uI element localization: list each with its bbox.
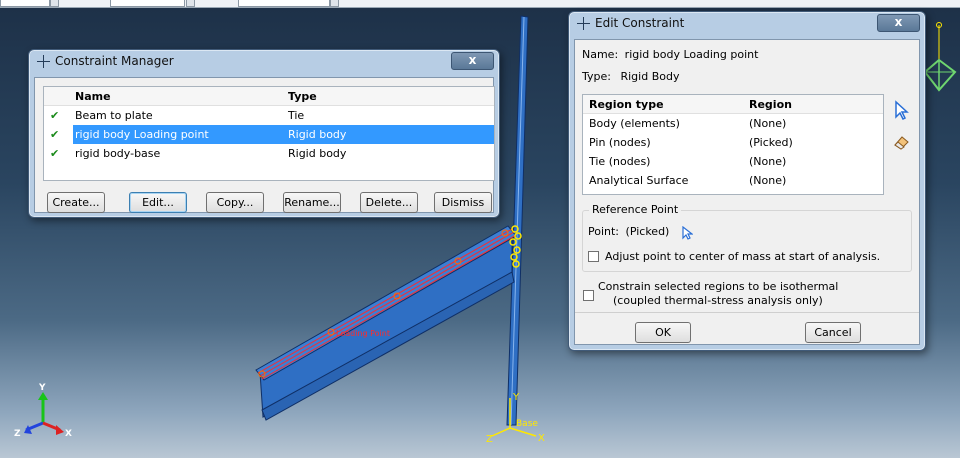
- constraint-manager-titlebar[interactable]: Constraint Manager: [29, 50, 499, 72]
- adjust-center-of-mass-label: Adjust point to center of mass at start …: [605, 250, 881, 263]
- table-row[interactable]: Tie (nodes) (None): [583, 152, 883, 171]
- column-header-type: Type: [288, 90, 317, 103]
- edit-constraint-body: Name: rigid body Loading point Type: Rig…: [574, 39, 920, 345]
- region-value: (None): [749, 174, 787, 187]
- constraint-name: Beam to plate: [75, 109, 153, 122]
- cancel-button[interactable]: Cancel: [805, 322, 861, 343]
- delete-button[interactable]: Delete...: [360, 192, 418, 213]
- global-triad-x-label: X: [65, 429, 72, 439]
- dismiss-button[interactable]: Dismiss: [434, 192, 492, 213]
- table-row[interactable]: ✔ rigid body-base Rigid body: [44, 144, 494, 163]
- table-row[interactable]: Body (elements) (None): [583, 114, 883, 133]
- region-type: Analytical Surface: [589, 174, 689, 187]
- toolbar-dropdown-1[interactable]: [50, 0, 59, 7]
- isothermal-checkbox[interactable]: [583, 290, 594, 301]
- isothermal-label-line2: (coupled thermal-stress analysis only): [613, 294, 823, 307]
- select-arrow-icon[interactable]: [893, 100, 909, 120]
- edit-button[interactable]: Edit...: [129, 192, 187, 213]
- copy-button[interactable]: Copy...: [206, 192, 264, 213]
- create-button[interactable]: Create...: [47, 192, 105, 213]
- constraint-name: rigid body Loading point: [75, 128, 209, 141]
- rename-button[interactable]: Rename...: [283, 192, 341, 213]
- toolbar-strip: [0, 0, 960, 8]
- crosshair-icon: [577, 16, 590, 30]
- isothermal-label-line1: Constrain selected regions to be isother…: [598, 280, 839, 293]
- toolbar-dropdown-2[interactable]: [186, 0, 195, 7]
- constraint-table-header: Name Type: [44, 87, 494, 106]
- table-row[interactable]: ✔ Beam to plate Tie: [44, 106, 494, 125]
- constraint-type: Rigid body: [288, 128, 347, 141]
- region-table-header: Region type Region: [583, 95, 883, 114]
- edit-constraint-close-button[interactable]: x: [877, 14, 920, 32]
- type-value: Rigid Body: [620, 70, 680, 83]
- reference-point-line: Point: (Picked): [588, 225, 669, 238]
- constraint-table[interactable]: Name Type ✔ Beam to plate Tie ✔ rigid bo…: [43, 86, 495, 181]
- constraint-manager-button-row: Create... Edit... Copy... Rename... Dele…: [43, 192, 495, 214]
- ok-button[interactable]: OK: [635, 322, 691, 343]
- column-header-region: Region: [749, 98, 792, 111]
- base-triad-x-label: X: [538, 433, 545, 444]
- region-value: (Picked): [749, 136, 793, 149]
- edit-constraint-dialog[interactable]: Edit Constraint x Name: rigid body Loadi…: [568, 11, 926, 351]
- crosshair-icon: [37, 54, 50, 68]
- constraint-type-line: Type: Rigid Body: [582, 70, 679, 83]
- global-triad-y-label: Y: [38, 383, 46, 393]
- base-triad-z-label: Z: [486, 434, 493, 445]
- eraser-icon[interactable]: [893, 134, 911, 150]
- region-type: Body (elements): [589, 117, 680, 130]
- name-value: rigid body Loading point: [624, 48, 759, 61]
- base-triad-y-label: Y: [512, 392, 520, 403]
- constraint-manager-dialog[interactable]: Constraint Manager x Name Type ✔ Beam to…: [28, 49, 500, 218]
- view-orientation-icon[interactable]: [925, 20, 960, 100]
- loading-point-label: Loading Point: [336, 329, 390, 338]
- global-axis-triad: [24, 392, 64, 435]
- constraint-type: Rigid body: [288, 147, 347, 160]
- point-label: Point:: [588, 225, 620, 238]
- checkmark-icon: ✔: [50, 109, 60, 122]
- table-row[interactable]: Pin (nodes) (Picked): [583, 133, 883, 152]
- edit-constraint-titlebar[interactable]: Edit Constraint: [569, 12, 925, 34]
- type-label: Type:: [582, 70, 611, 83]
- column-header-name: Name: [75, 90, 111, 103]
- reference-point-group: Reference Point Point: (Picked) Adjust p…: [582, 203, 912, 272]
- constraint-name-line: Name: rigid body Loading point: [582, 48, 758, 61]
- toolbar-field-1[interactable]: [0, 0, 50, 7]
- constraint-name: rigid body-base: [75, 147, 161, 160]
- toolbar-field-3[interactable]: [238, 0, 330, 7]
- name-label: Name:: [582, 48, 619, 61]
- table-row[interactable]: Analytical Surface (None): [583, 171, 883, 190]
- region-value: (None): [749, 155, 787, 168]
- table-row-selected[interactable]: ✔ rigid body Loading point Rigid body: [44, 125, 494, 144]
- global-triad-z-label: Z: [14, 429, 21, 439]
- base-label: Base: [516, 419, 538, 429]
- dialog-divider: [575, 312, 919, 313]
- constraint-manager-close-button[interactable]: x: [451, 52, 494, 70]
- checkmark-icon: ✔: [50, 128, 60, 141]
- constraint-manager-body: Name Type ✔ Beam to plate Tie ✔ rigid bo…: [34, 77, 495, 214]
- toolbar-dropdown-3[interactable]: [330, 0, 339, 7]
- point-value: (Picked): [625, 225, 670, 238]
- toolbar-field-2[interactable]: [110, 0, 185, 7]
- pick-point-arrow-icon[interactable]: [681, 226, 693, 240]
- region-table[interactable]: Region type Region Body (elements) (None…: [582, 94, 884, 195]
- region-type: Tie (nodes): [589, 155, 651, 168]
- region-type: Pin (nodes): [589, 136, 651, 149]
- constraint-manager-title: Constraint Manager: [55, 54, 174, 68]
- column-header-region-type: Region type: [589, 98, 664, 111]
- checkmark-icon: ✔: [50, 147, 60, 160]
- region-value: (None): [749, 117, 787, 130]
- edit-constraint-title: Edit Constraint: [595, 16, 685, 30]
- constraint-type: Tie: [288, 109, 305, 122]
- adjust-center-of-mass-checkbox[interactable]: [588, 251, 599, 262]
- reference-point-legend: Reference Point: [589, 203, 682, 216]
